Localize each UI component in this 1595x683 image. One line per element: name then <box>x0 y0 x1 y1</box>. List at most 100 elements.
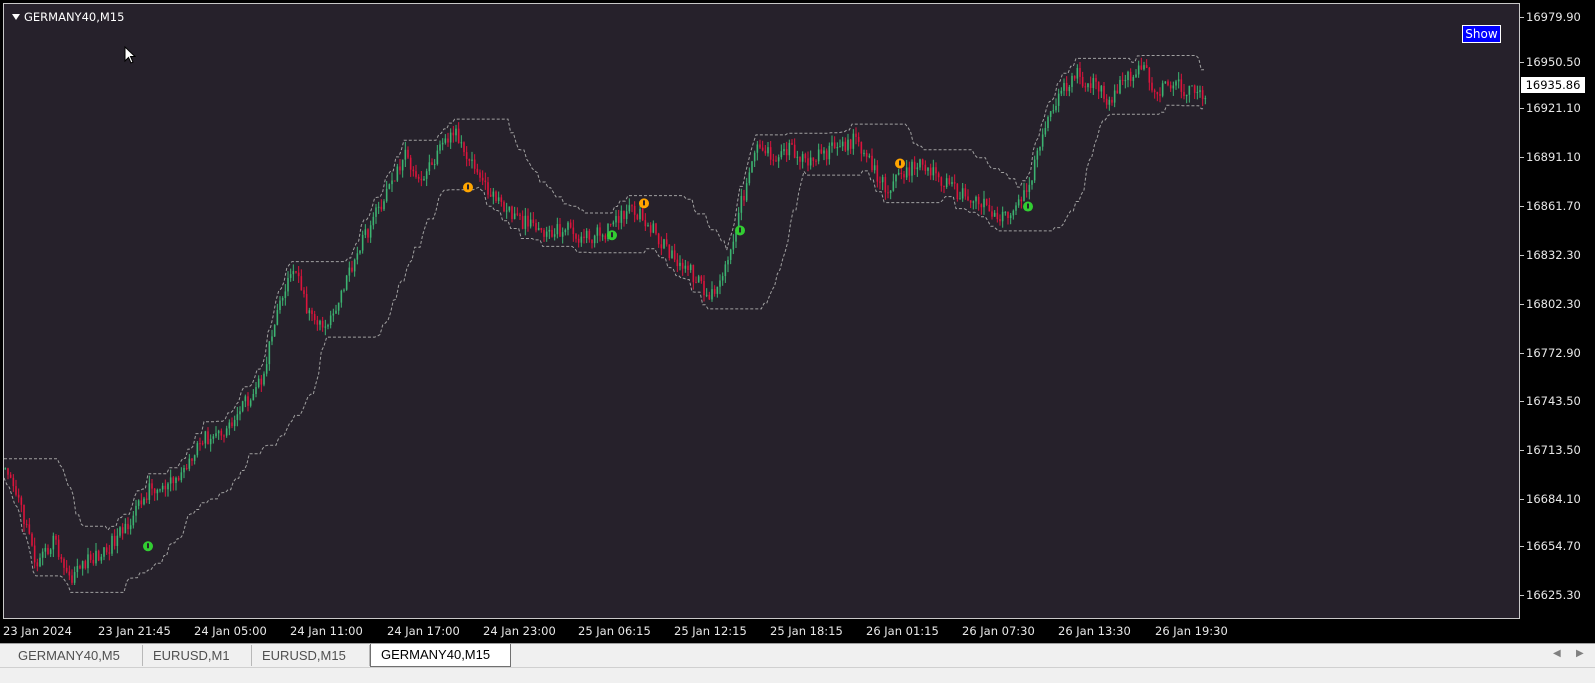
candle <box>281 296 284 306</box>
chart-symbol-label[interactable]: GERMANY40,M15 <box>12 10 124 24</box>
candle <box>689 263 692 273</box>
candle <box>473 154 476 174</box>
candle <box>641 206 644 222</box>
candle <box>820 144 823 155</box>
candle <box>487 177 489 199</box>
candle <box>239 406 241 421</box>
candle <box>17 488 20 503</box>
candle <box>764 145 767 156</box>
candle <box>700 275 703 284</box>
candle <box>849 138 852 154</box>
candle <box>1153 88 1156 99</box>
time-tick-label: 26 Jan 07:30 <box>962 624 1035 638</box>
candle <box>105 543 108 555</box>
candle <box>980 203 983 215</box>
candle <box>324 319 327 336</box>
candle <box>404 141 407 167</box>
candle <box>439 140 441 154</box>
candle <box>513 206 516 220</box>
candle <box>244 394 247 408</box>
candle <box>801 151 804 169</box>
candle <box>151 479 153 496</box>
candle <box>279 296 281 314</box>
candle <box>777 154 780 168</box>
candle <box>449 128 452 149</box>
candle <box>548 225 551 239</box>
candle <box>1204 95 1207 105</box>
price-tick-label: 16979.90 <box>1520 10 1581 24</box>
price-tick-label: 16654.70 <box>1520 539 1581 553</box>
candle <box>484 172 487 190</box>
candle <box>615 209 617 227</box>
candle <box>1028 177 1031 200</box>
show-button[interactable]: Show <box>1462 25 1501 43</box>
candle <box>719 274 721 295</box>
candle <box>812 157 815 168</box>
candle <box>697 274 700 283</box>
chart-tab[interactable]: GERMANY40,M5 <box>8 645 143 666</box>
chart-tab[interactable]: EURUSD,M1 <box>143 645 252 666</box>
candle <box>79 564 81 570</box>
candle <box>108 544 111 561</box>
candle <box>756 140 759 161</box>
candle <box>257 375 260 389</box>
candle <box>207 427 209 445</box>
candle <box>863 149 865 157</box>
chevron-down-icon[interactable] <box>12 14 20 20</box>
chart-tab[interactable]: GERMANY40,M15 <box>370 644 511 667</box>
candle <box>161 482 164 493</box>
candle <box>143 496 145 506</box>
candle <box>332 308 335 322</box>
current-price-label: 16935.86 <box>1521 77 1585 93</box>
candle <box>372 212 375 230</box>
candle <box>172 476 175 491</box>
candle <box>903 170 905 184</box>
candle <box>785 141 788 162</box>
candle <box>1017 194 1020 208</box>
candle <box>1191 85 1193 87</box>
price-tick-label: 16625.30 <box>1520 588 1581 602</box>
buy-signal-icon <box>607 230 617 241</box>
candle <box>415 164 417 179</box>
price-tick-label: 16861.70 <box>1520 199 1581 213</box>
candle <box>140 493 143 509</box>
candle <box>1108 96 1111 111</box>
candle <box>1201 85 1204 106</box>
candle <box>337 302 340 315</box>
candle <box>385 180 388 203</box>
candle <box>68 565 71 581</box>
candle <box>321 316 324 332</box>
candle <box>1180 73 1183 99</box>
scroll-right-icon[interactable]: ▶ <box>1576 648 1584 659</box>
candle <box>1047 115 1049 132</box>
candle <box>825 148 828 166</box>
candle <box>343 288 345 293</box>
candle <box>28 518 31 535</box>
price-chart[interactable]: GERMANY40,M15 Show <box>3 3 1520 619</box>
candle <box>905 159 908 180</box>
candle <box>217 429 220 440</box>
candle <box>887 185 889 199</box>
candle <box>407 146 409 159</box>
candle <box>1167 79 1169 87</box>
candle <box>119 526 121 538</box>
candle <box>23 504 25 532</box>
candle <box>783 142 785 156</box>
time-tick-label: 24 Jan 05:00 <box>194 624 267 638</box>
candle <box>881 174 884 191</box>
candlestick-chart-svg <box>4 55 1207 593</box>
candle <box>705 288 708 298</box>
candle <box>708 291 711 301</box>
candle <box>31 532 33 547</box>
candle <box>945 173 948 189</box>
candle <box>745 177 748 203</box>
candle <box>924 160 927 175</box>
time-tick-label: 23 Jan 21:45 <box>98 624 171 638</box>
candle <box>1151 77 1153 93</box>
scroll-left-icon[interactable]: ◀ <box>1553 648 1561 659</box>
candle <box>791 139 793 145</box>
candle <box>377 201 380 215</box>
chart-tab[interactable]: EURUSD,M15 <box>252 645 370 666</box>
candle <box>977 194 980 211</box>
sell-signal-icon <box>463 182 473 193</box>
